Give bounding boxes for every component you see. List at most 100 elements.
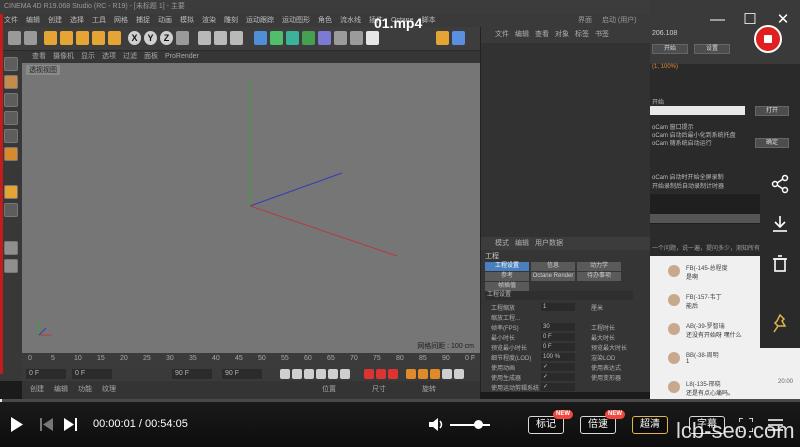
- coord-label: 位置: [322, 386, 336, 393]
- transport-bar: 0 F 0 F 90 F 90 F: [22, 367, 480, 381]
- start-label: 开始: [652, 100, 665, 106]
- minimize-icon[interactable]: —: [710, 12, 725, 27]
- snap-icon: [436, 31, 449, 45]
- timeline-tick: 25: [143, 355, 151, 362]
- workplane-icon: [4, 203, 18, 217]
- grid-spacing-label: 网格间距 : 100 cm: [417, 343, 474, 350]
- lock-icon: [4, 241, 18, 255]
- attribute-manager: 模式 编辑 用户数据 工程 工程设置 信息 动力学 参考 Octane Render…: [480, 237, 650, 392]
- stop-record-button[interactable]: [754, 25, 782, 53]
- layout-value: 启动 (用户): [601, 17, 637, 24]
- record-key-icon: [364, 369, 374, 379]
- timeline-ruler: 0 5 10 15 20 25 30 35 40 45 50 55 60 65 70 75 80 85 90 0 F: [22, 353, 480, 367]
- chat-sender: FB(-145-总程度: [686, 266, 728, 272]
- points-mode-icon: [4, 57, 18, 71]
- timeline-tick: 10: [74, 355, 82, 362]
- speed-label: 倍速: [588, 419, 608, 430]
- x-axis-line: [249, 205, 398, 257]
- avatar: [668, 294, 680, 306]
- attr-menu-item: 模式: [495, 240, 509, 247]
- floating-actions: [760, 152, 800, 348]
- c4d-menu-item: 选择: [70, 17, 84, 24]
- attr-row-extra: 使用变形器: [591, 376, 622, 382]
- edges-mode-icon: [4, 75, 18, 89]
- pin-icon[interactable]: [768, 312, 792, 336]
- om-menu-item: 查看: [535, 31, 549, 38]
- rot-key-icon: [430, 369, 440, 379]
- scene-icon: [334, 31, 347, 45]
- coord-system-icon: [176, 31, 189, 45]
- share-icon[interactable]: [768, 172, 792, 196]
- redo-icon: [24, 31, 37, 45]
- attr-row-label: 细节程度(LOD): [491, 356, 532, 362]
- attr-row-label: 工程缩放: [491, 306, 516, 312]
- pla-key-icon: [454, 369, 464, 379]
- om-menu-item: 书签: [595, 31, 609, 38]
- path-open-button: 打开: [755, 106, 789, 116]
- viewport-menu-item: 查看: [32, 53, 46, 60]
- timeline-tick: 65: [327, 355, 335, 362]
- coord-label: 旋转: [422, 386, 436, 393]
- attr-row-label: 预览最小时长: [491, 346, 528, 352]
- c4d-menu-item: 模拟: [180, 17, 194, 24]
- c4d-menu-item: 编辑: [26, 17, 40, 24]
- next-icon[interactable]: [64, 418, 77, 431]
- play-icon[interactable]: [11, 417, 23, 432]
- om-menu-item: 标签: [575, 31, 589, 38]
- frame-start-field: 0 F: [26, 369, 66, 379]
- chat-item: BB(-38-周明 1: [650, 347, 800, 377]
- om-menu-item: 文件: [495, 31, 509, 38]
- attr-row-value: ✓: [541, 383, 575, 391]
- time-separator: /: [138, 418, 142, 430]
- object-manager: 文件 编辑 查看 对象 标签 书签: [480, 27, 650, 237]
- light-icon: [366, 31, 379, 45]
- c4d-menu-item: 运动跟踪: [246, 17, 274, 24]
- download-icon[interactable]: [768, 212, 792, 236]
- c4d-menu-item: 网格: [114, 17, 128, 24]
- previous-icon[interactable]: [40, 418, 53, 431]
- quality-button[interactable]: 超清: [632, 416, 668, 434]
- volume-slider[interactable]: [450, 424, 490, 426]
- chat-message: 还没有开始呀 嘿什么: [686, 333, 742, 339]
- auto-key-icon: [376, 369, 386, 379]
- attr-row-extra: 工程时长: [591, 326, 616, 332]
- chat-message: 还是有点心痛吗。: [686, 391, 735, 397]
- timeline-tick: 30: [166, 355, 174, 362]
- timeline-tick: 55: [281, 355, 289, 362]
- maximize-icon[interactable]: ☐: [743, 12, 757, 27]
- timeline-tick: 0: [28, 355, 32, 362]
- volume-knob[interactable]: [474, 420, 483, 429]
- perspective-viewport: 透视视图 网格间距 : 100 cm: [22, 63, 480, 353]
- attr-row-extra: 厘米: [591, 306, 604, 312]
- viewport-menu-item: 面板: [144, 53, 158, 60]
- attr-row-label: 使用动画: [491, 366, 516, 372]
- timeline-tick: 85: [419, 355, 427, 362]
- c4d-menu-item: 运动图形: [282, 17, 310, 24]
- video-player: CINEMA 4D R19.068 Studio (RC - R19) - [未…: [0, 0, 800, 447]
- attr-tab: 帧插值: [485, 282, 529, 291]
- c4d-menu-item: 角色: [318, 17, 332, 24]
- close-icon[interactable]: ✕: [776, 12, 790, 27]
- timeline-tick: 80: [396, 355, 404, 362]
- recording-border: [0, 14, 3, 374]
- timeline-tick: 45: [235, 355, 243, 362]
- c4d-menu-item: 渲染: [202, 17, 216, 24]
- attr-row-label: 使用运动剪辑系统: [491, 386, 540, 392]
- attr-row-label: 最小时长: [491, 336, 516, 342]
- attr-tab: Octane Render: [531, 272, 575, 281]
- speed-button[interactable]: 倍速 NEW: [580, 410, 625, 434]
- material-menu-item: 创建: [30, 386, 44, 393]
- time-display: 00:00:01 / 00:54:05: [93, 418, 188, 430]
- delete-icon[interactable]: [768, 252, 792, 276]
- axis-mode-icon: [4, 147, 18, 161]
- om-menu-item: 对象: [555, 31, 569, 38]
- chat-message: 能后: [686, 304, 699, 310]
- attr-row-label: 缩放工程...: [491, 316, 521, 322]
- chat-message: 1: [686, 359, 690, 365]
- c4d-menubar: 文件 编辑 创建 选择 工具 网格 捕捉 动画 模拟 渲染 雕刻 运动跟踪 运动图形 角色 流水线 插件 Oct…: [0, 14, 650, 27]
- goto-start-icon: [280, 369, 290, 379]
- danmaku-button[interactable]: 标记 NEW: [528, 410, 573, 434]
- volume-icon[interactable]: [429, 417, 445, 432]
- deformer-icon: [318, 31, 331, 45]
- chat-sender: AB(-39-罗智瑞: [686, 324, 725, 330]
